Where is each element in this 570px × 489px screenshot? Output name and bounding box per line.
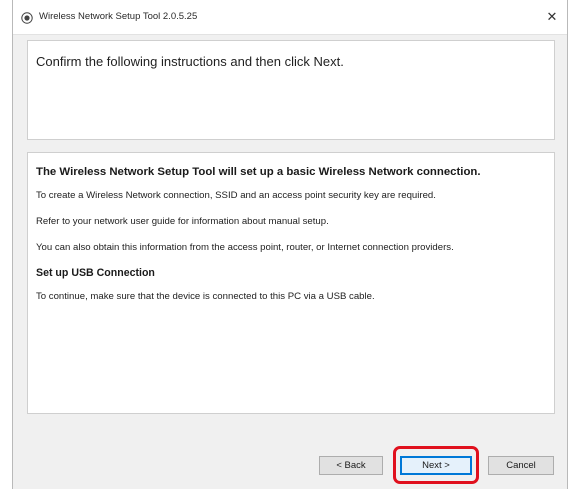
- header-panel: Confirm the following instructions and t…: [27, 40, 555, 140]
- next-button[interactable]: Next >: [400, 456, 472, 475]
- paragraph-usb: To continue, make sure that the device i…: [36, 291, 375, 302]
- window-title: Wireless Network Setup Tool 2.0.5.25: [39, 11, 198, 22]
- app-icon: [21, 11, 33, 24]
- content-panel: The Wireless Network Setup Tool will set…: [27, 152, 555, 414]
- back-button[interactable]: < Back: [319, 456, 383, 475]
- paragraph-info-source: You can also obtain this information fro…: [36, 242, 454, 253]
- setup-window: Wireless Network Setup Tool 2.0.5.25 ✕ C…: [12, 0, 568, 489]
- instruction-text: Confirm the following instructions and t…: [36, 54, 344, 69]
- content-heading: The Wireless Network Setup Tool will set…: [36, 166, 481, 178]
- paragraph-manual-setup: Refer to your network user guide for inf…: [36, 216, 329, 227]
- close-icon[interactable]: ✕: [541, 6, 563, 28]
- paragraph-ssid: To create a Wireless Network connection,…: [36, 190, 436, 201]
- usb-section-heading: Set up USB Connection: [36, 267, 155, 279]
- cancel-button[interactable]: Cancel: [488, 456, 554, 475]
- title-bar: Wireless Network Setup Tool 2.0.5.25 ✕: [13, 0, 567, 35]
